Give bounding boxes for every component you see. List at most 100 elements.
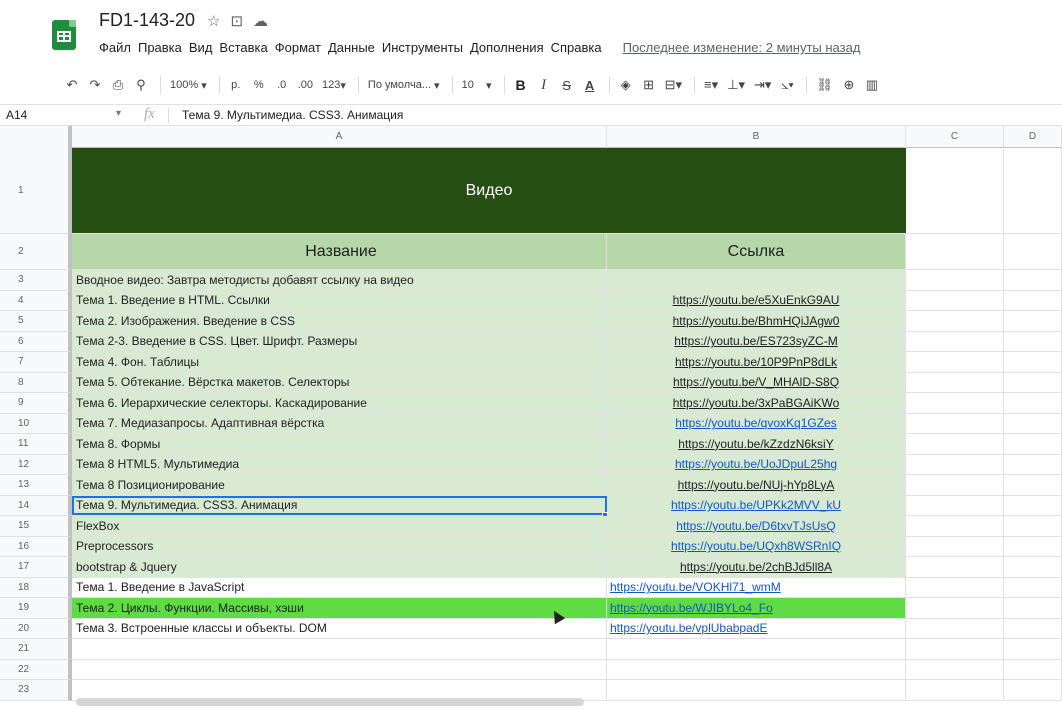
cell-name[interactable]: Тема 8 HTML5. Мультимедиа: [72, 454, 607, 474]
video-link[interactable]: https://youtu.be/UPKk2MVV_kU: [671, 498, 841, 512]
row-header[interactable]: 17: [0, 557, 72, 578]
row-header[interactable]: 8: [0, 372, 72, 393]
cell-empty[interactable]: [906, 557, 1004, 577]
cell-empty[interactable]: [906, 659, 1004, 679]
video-link[interactable]: https://youtu.be/UoJDpuL25hg: [675, 457, 837, 471]
cell-empty[interactable]: [1004, 618, 1062, 638]
cell-link[interactable]: https://youtu.be/NUj-hYp8LyA: [607, 475, 906, 495]
menu-addons[interactable]: Дополнения: [470, 40, 549, 55]
insert-comment-icon[interactable]: ⊕: [839, 73, 859, 97]
cell-empty[interactable]: [906, 618, 1004, 638]
video-link[interactable]: https://youtu.be/NUj-hYp8LyA: [678, 478, 835, 492]
chevron-down-icon[interactable]: ▾: [116, 108, 121, 119]
spreadsheet-grid[interactable]: A B C D 1 2 3 4 5 6 7 8 9 10 11 12 13 14 15 16 17 18 19 20 2…: [0, 126, 1062, 710]
cell-name[interactable]: Тема 7. Медиазапросы. Адаптивная вёрстка: [72, 413, 607, 433]
video-link[interactable]: https://youtu.be/vplUbabpadE: [610, 621, 767, 635]
row-header[interactable]: 10: [0, 413, 72, 434]
cell-name[interactable]: [72, 680, 607, 700]
column-header-b[interactable]: B: [607, 126, 906, 148]
move-folder-icon[interactable]: ⊡: [230, 12, 243, 30]
row-header[interactable]: 9: [0, 393, 72, 414]
cell-empty[interactable]: [906, 598, 1004, 618]
insert-chart-icon[interactable]: ▥: [862, 73, 882, 97]
font-size-select[interactable]: 10 ▾: [459, 73, 495, 97]
bold-button[interactable]: B: [511, 73, 531, 97]
row-header[interactable]: 7: [0, 352, 72, 373]
column-header-c[interactable]: C: [906, 126, 1004, 148]
video-link[interactable]: https://youtu.be/BhmHQiJAgw0: [673, 314, 840, 328]
cell-empty[interactable]: [906, 577, 1004, 597]
menu-format[interactable]: Формат: [275, 40, 326, 55]
cell-name[interactable]: Тема 2. Изображения. Введение в CSS: [72, 311, 607, 331]
row-header[interactable]: 4: [0, 290, 72, 311]
print-icon[interactable]: ⎙: [108, 73, 128, 97]
video-link[interactable]: https://youtu.be/UQxh8WSRnIQ: [671, 539, 841, 553]
cell-empty[interactable]: [1004, 352, 1062, 372]
cell-empty[interactable]: [906, 148, 1004, 233]
cell-empty[interactable]: [906, 536, 1004, 556]
more-formats-button[interactable]: 123 ▾: [319, 73, 349, 97]
menu-tools[interactable]: Инструменты: [382, 40, 468, 55]
cell-link[interactable]: [607, 639, 906, 659]
cell-link[interactable]: https://youtu.be/vplUbabpadE: [607, 618, 906, 638]
cell-name[interactable]: Вводное видео: Завтра методисты добавят …: [72, 270, 607, 290]
cell-link[interactable]: https://youtu.be/UoJDpuL25hg: [607, 454, 906, 474]
cell-name[interactable]: Тема 1. Введение в JavaScript: [72, 577, 607, 597]
cell-empty[interactable]: [906, 475, 1004, 495]
horizontal-align-icon[interactable]: ≡▾: [701, 73, 721, 97]
cell-empty[interactable]: [906, 680, 1004, 700]
formula-input[interactable]: Тема 9. Мультимедиа. CSS3. Анимация: [182, 108, 403, 122]
video-link[interactable]: https://youtu.be/D6txvTJsUsQ: [676, 519, 835, 533]
row-header[interactable]: 15: [0, 516, 72, 537]
merge-cells-icon[interactable]: ⊟▾: [662, 73, 685, 97]
row-header[interactable]: 19: [0, 598, 72, 619]
cell-empty[interactable]: [906, 516, 1004, 536]
cell-link[interactable]: https://youtu.be/UPKk2MVV_kU: [607, 495, 906, 515]
row-header[interactable]: 16: [0, 536, 72, 557]
cell-empty[interactable]: [906, 290, 1004, 310]
decrease-decimal-button[interactable]: .0: [272, 73, 292, 97]
cell-empty[interactable]: [1004, 311, 1062, 331]
text-wrap-icon[interactable]: ⇥▾: [751, 73, 774, 97]
cell-link[interactable]: https://youtu.be/UQxh8WSRnIQ: [607, 536, 906, 556]
cell-empty[interactable]: [906, 270, 1004, 290]
column-header-a[interactable]: A: [72, 126, 607, 148]
sheets-logo-icon[interactable]: [52, 20, 76, 50]
cell-link[interactable]: https://youtu.be/WJIBYLo4_Fo: [607, 598, 906, 618]
row-header[interactable]: 6: [0, 331, 72, 352]
percent-format-button[interactable]: %: [249, 73, 269, 97]
menu-file[interactable]: Файл: [99, 40, 136, 55]
cell-empty[interactable]: [906, 331, 1004, 351]
cell-empty[interactable]: [1004, 598, 1062, 618]
cell-empty[interactable]: [1004, 290, 1062, 310]
redo-icon[interactable]: ↷: [85, 73, 105, 97]
menu-data[interactable]: Данные: [328, 40, 380, 55]
video-link[interactable]: https://youtu.be/WJIBYLo4_Fo: [610, 601, 773, 615]
text-rotation-icon[interactable]: ⦣▾: [777, 73, 797, 97]
vertical-align-icon[interactable]: ⊥▾: [724, 73, 748, 97]
title-cell[interactable]: Видео: [72, 148, 906, 233]
row-header[interactable]: 11: [0, 434, 72, 455]
cell-link[interactable]: Ссылка: [607, 234, 906, 269]
cell-empty[interactable]: [1004, 434, 1062, 454]
document-title[interactable]: FD1-143-20: [99, 10, 195, 31]
row-header[interactable]: 18: [0, 577, 72, 598]
cell-empty[interactable]: [1004, 331, 1062, 351]
cell-name[interactable]: Preprocessors: [72, 536, 607, 556]
cell-empty[interactable]: [906, 311, 1004, 331]
cell-link[interactable]: [607, 680, 906, 700]
video-link[interactable]: https://youtu.be/ES723syZC-M: [674, 334, 837, 348]
cell-name[interactable]: Тема 8 Позиционирование: [72, 475, 607, 495]
row-header[interactable]: 13: [0, 475, 72, 496]
cell-empty[interactable]: [906, 372, 1004, 392]
row-header[interactable]: 12: [0, 454, 72, 475]
horizontal-scrollbar[interactable]: [76, 698, 584, 706]
cell-name[interactable]: [72, 659, 607, 679]
cell-link[interactable]: https://youtu.be/D6txvTJsUsQ: [607, 516, 906, 536]
cell-empty[interactable]: [1004, 680, 1062, 700]
cell-empty[interactable]: [906, 434, 1004, 454]
row-header[interactable]: 22: [0, 659, 72, 680]
cell-empty[interactable]: [906, 495, 1004, 515]
cell-name[interactable]: Тема 9. Мультимедиа. CSS3. Анимация: [72, 495, 607, 515]
cloud-status-icon[interactable]: ☁: [253, 12, 268, 30]
